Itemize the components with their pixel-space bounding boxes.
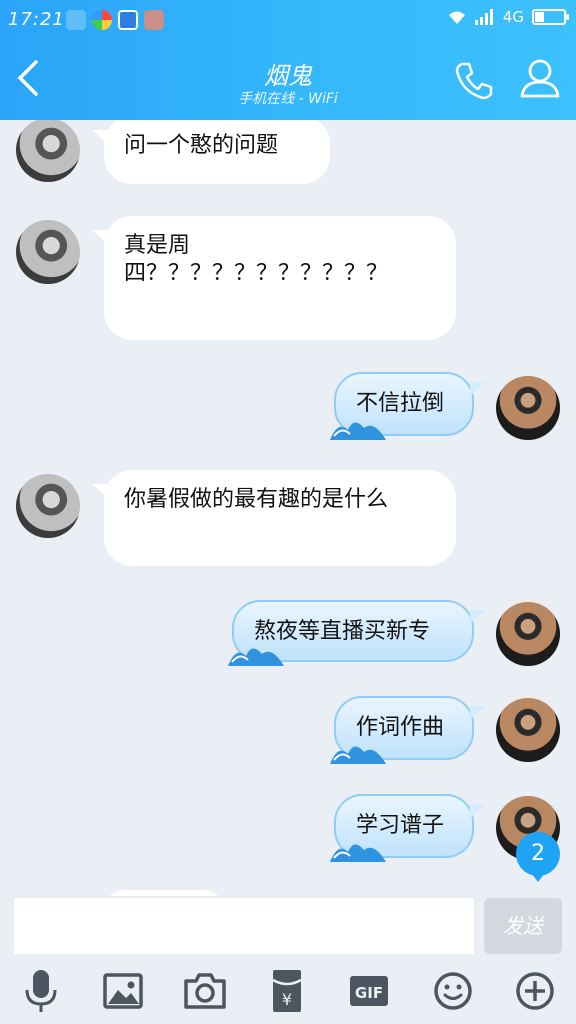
image-icon[interactable] [98,966,148,1016]
my-avatar[interactable] [496,698,560,762]
profile-icon[interactable] [518,56,562,100]
status-bar: 17:21 4G [0,0,576,40]
bottom-toolbar: ¥ GIF [0,956,576,1024]
peer-avatar[interactable] [16,474,80,538]
gif-icon[interactable]: GIF [344,966,394,1016]
browser-notification-icon [92,10,112,30]
top-bar: 17:21 4G 烟鬼 手机在线 - WiFi [0,0,576,120]
send-button[interactable]: 发送 [484,898,562,954]
message-bubble[interactable]: 不信拉倒 [330,372,486,440]
emoji-icon[interactable] [428,966,478,1016]
app-notification-icon [66,10,86,30]
peer-avatar[interactable] [16,120,80,182]
status-time: 17:21 [8,9,65,30]
message-text: 你暑假做的最有趣的是什么 [124,487,389,512]
unread-count-badge[interactable]: 2 [516,832,560,882]
gif-label: GIF [355,984,383,1002]
wave-decoration-icon [330,746,386,764]
phone-call-icon[interactable] [452,58,496,102]
my-avatar[interactable] [496,376,560,440]
wave-decoration-icon [330,844,386,862]
message-text: 问一个憨的问题 [124,133,279,158]
message-bubble[interactable]: 作词作曲 [330,696,486,764]
network-type: 4G [502,8,524,26]
svg-text:¥: ¥ [282,990,292,1009]
battery-icon [532,9,569,25]
message-bubble[interactable]: 问一个憨的问题 [92,120,330,184]
plus-icon[interactable] [510,966,560,1016]
wifi-icon [448,11,465,24]
signal-icon [474,9,493,25]
peer-avatar[interactable] [16,220,80,284]
wave-decoration-icon [228,648,284,666]
message-input[interactable] [14,898,474,954]
wave-decoration-icon [330,422,386,440]
camera-icon[interactable] [180,966,230,1016]
input-bar: 发送 [0,896,576,956]
red-packet-icon[interactable]: ¥ [262,966,312,1016]
microphone-icon[interactable] [16,966,66,1016]
message-text: 真是周四？？？？？？？？？？？ [124,233,389,286]
gallery-notification-icon [144,10,164,30]
message-bubble[interactable]: 真是周四？？？？？？？？？？？ [92,216,456,340]
scan-notification-icon [118,10,138,30]
message-bubble[interactable]: 熬夜等直播买新专 [228,600,486,666]
status-right: 4G [447,8,569,26]
message-bubble[interactable]: 学习谱子 [330,794,486,862]
chat-list[interactable]: 问一个憨的问题 真是周四？？？？？？？？？？？ 不信拉倒 你暑假做的最有趣的是什… [0,120,576,896]
message-bubble[interactable]: 你暑假做的最有趣的是什么 [92,470,456,566]
my-avatar[interactable] [496,602,560,666]
